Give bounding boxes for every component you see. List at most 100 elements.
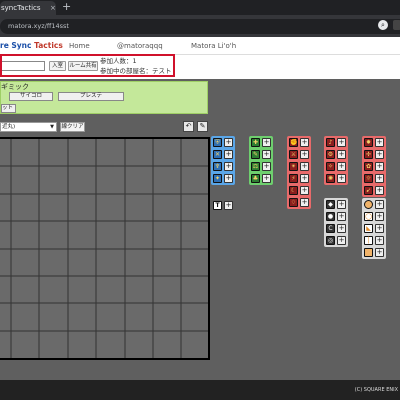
dancer-icon[interactable]: ✧	[326, 162, 335, 171]
arena-select-value: 近丸)	[2, 124, 16, 130]
add-button[interactable]: +	[300, 186, 309, 195]
limit-icon[interactable]: ➹	[364, 186, 373, 195]
add-button[interactable]: +	[224, 138, 233, 147]
add-button[interactable]: +	[300, 198, 309, 207]
monk-icon[interactable]: ✊	[289, 138, 298, 147]
menu-icon[interactable]	[393, 20, 400, 30]
bluemage-icon[interactable]: ☼	[364, 174, 373, 183]
brand-text-accent: Tactics	[34, 41, 63, 50]
viper-icon[interactable]: ♢	[289, 198, 298, 207]
add-button[interactable]: +	[224, 201, 233, 210]
samurai-icon[interactable]: ⚡	[289, 174, 298, 183]
marker-b-icon[interactable]: ●	[326, 212, 335, 221]
healer-icon-group: ✚ + ✎ + ⚖ + ♣ +	[249, 136, 273, 185]
add-button[interactable]: +	[300, 150, 309, 159]
add-button[interactable]: +	[262, 162, 271, 171]
search-icon[interactable]: ⌕	[378, 20, 388, 30]
marker-c-icon[interactable]: C	[326, 224, 335, 233]
paladin-icon[interactable]: ⛨	[213, 138, 222, 147]
add-button[interactable]: +	[262, 150, 271, 159]
add-button[interactable]: +	[337, 174, 346, 183]
clear-lines-button[interactable]: 線クリア	[60, 122, 85, 132]
sage-icon[interactable]: ♣	[251, 174, 260, 183]
add-button[interactable]: +	[262, 138, 271, 147]
dps-icon-group-3: ✸ + ✢ + ✿ + ☼ + ➹ +	[362, 136, 386, 197]
square-aoe-icon[interactable]	[364, 248, 373, 257]
undo-icon[interactable]: ↶	[183, 121, 194, 132]
arena-select[interactable]: 近丸) ▼	[0, 122, 57, 132]
gunbreaker-icon[interactable]: ✦	[213, 174, 222, 183]
tactics-board[interactable]	[0, 137, 210, 360]
redmage-icon[interactable]: ✢	[364, 150, 373, 159]
machinist-icon[interactable]: ⚙	[326, 150, 335, 159]
darkknight-icon[interactable]: ♆	[213, 162, 222, 171]
add-button[interactable]: +	[375, 248, 384, 257]
add-button[interactable]: +	[375, 150, 384, 159]
browser-tab-strip: syncTactics × +	[0, 0, 400, 15]
browser-tab[interactable]: syncTactics ×	[0, 1, 56, 15]
nav-link-author[interactable]: Matora Li'o'h	[191, 40, 236, 52]
add-button[interactable]: +	[224, 150, 233, 159]
add-button[interactable]: +	[337, 236, 346, 245]
add-button[interactable]: +	[375, 174, 384, 183]
scholar-icon[interactable]: ✎	[251, 150, 260, 159]
add-button[interactable]: +	[375, 200, 384, 209]
new-tab-button[interactable]: +	[62, 1, 71, 13]
add-button[interactable]: +	[224, 174, 233, 183]
blackmage-icon[interactable]: ✺	[326, 174, 335, 183]
add-button[interactable]: +	[262, 174, 271, 183]
pictomancer-icon[interactable]: ✿	[364, 162, 373, 171]
pen-icon[interactable]: ✎	[197, 121, 208, 132]
dice-button[interactable]: サイコロ	[9, 92, 53, 101]
url-text: matora.xyz/ff14sst	[8, 22, 69, 30]
gimmick-title: ギミック	[1, 83, 29, 91]
text-tool-icon[interactable]: T	[213, 201, 222, 210]
address-bar[interactable]: matora.xyz/ff14sst	[0, 19, 400, 34]
tank-icon-group: ⛨ + ✕ + ♆ + ✦ +	[211, 136, 235, 185]
add-button[interactable]: +	[375, 162, 384, 171]
add-button[interactable]: +	[337, 200, 346, 209]
circle-aoe-icon[interactable]	[364, 200, 373, 209]
site-brand[interactable]: re Sync Tactics	[0, 40, 63, 52]
board-grid	[0, 139, 208, 358]
text-tool-group: T +	[211, 199, 235, 212]
address-bar-row: matora.xyz/ff14sst ⌕	[0, 15, 400, 37]
add-button[interactable]: +	[375, 212, 384, 221]
page-footer: (C) SQUARE ENIX	[0, 380, 400, 400]
add-button[interactable]: +	[300, 138, 309, 147]
add-button[interactable]: +	[375, 224, 384, 233]
warrior-icon[interactable]: ✕	[213, 150, 222, 159]
marker-a-icon[interactable]: ◆	[326, 200, 335, 209]
preset-button[interactable]: プレステ	[58, 92, 124, 101]
add-button[interactable]: +	[375, 236, 384, 245]
add-button[interactable]: +	[337, 224, 346, 233]
dps-icon-group-1: ✊ + ⚔ + ✴ + ⚡ + ☾ + ♢ +	[287, 136, 311, 209]
bard-icon[interactable]: ♪	[326, 138, 335, 147]
donut-aoe-icon[interactable]: ◯	[364, 212, 373, 221]
add-button[interactable]: +	[337, 212, 346, 221]
whitemage-icon[interactable]: ✚	[251, 138, 260, 147]
nav-link-twitter[interactable]: @matoraqqq	[117, 40, 163, 52]
add-button[interactable]: +	[224, 162, 233, 171]
line-aoe-icon[interactable]: │	[364, 236, 373, 245]
nav-link-home[interactable]: Home	[69, 40, 90, 52]
waymark-icon-group: + ◯ + ◣ + │ + +	[362, 198, 386, 259]
add-button[interactable]: +	[300, 162, 309, 171]
add-button[interactable]: +	[375, 138, 384, 147]
chevron-down-icon: ▼	[50, 124, 54, 130]
add-button[interactable]: +	[337, 138, 346, 147]
marker-d-icon[interactable]: ◎	[326, 236, 335, 245]
cone-aoe-icon[interactable]: ◣	[364, 224, 373, 233]
add-button[interactable]: +	[375, 186, 384, 195]
astrologian-icon[interactable]: ⚖	[251, 162, 260, 171]
panel-button-small[interactable]: ット	[1, 104, 16, 113]
dragoon-icon[interactable]: ⚔	[289, 150, 298, 159]
close-icon[interactable]: ×	[50, 5, 56, 12]
reaper-icon[interactable]: ☾	[289, 186, 298, 195]
summoner-icon[interactable]: ✸	[364, 138, 373, 147]
add-button[interactable]: +	[300, 174, 309, 183]
add-button[interactable]: +	[337, 150, 346, 159]
ninja-icon[interactable]: ✴	[289, 162, 298, 171]
add-button[interactable]: +	[337, 162, 346, 171]
site-nav: re Sync Tactics Home @matoraqqq Matora L…	[0, 37, 400, 55]
